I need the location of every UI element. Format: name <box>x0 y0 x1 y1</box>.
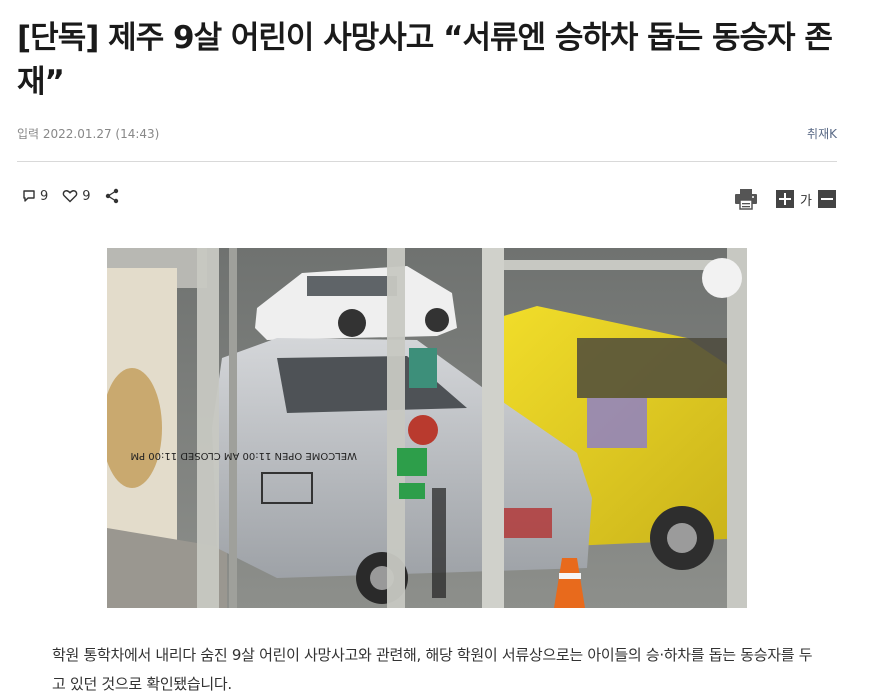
like-count: 9 <box>82 188 91 204</box>
heart-icon <box>62 190 78 203</box>
font-size-label: 가 <box>800 193 812 209</box>
article-meta: 입력 2022.01.27 (14:43) 취재K <box>17 125 837 143</box>
article-actions: 9 9 <box>22 186 137 206</box>
article-title: [단독] 제주 9살 어린이 사망사고 “서류엔 승하차 돕는 동승자 존재” <box>17 20 833 100</box>
print-button[interactable] <box>734 188 758 210</box>
comment-icon <box>23 190 35 202</box>
minus-icon <box>821 198 833 200</box>
comment-button[interactable]: 9 <box>22 189 48 204</box>
published-date: 입력 2022.01.27 (14:43) <box>17 127 160 141</box>
like-button[interactable]: 9 <box>62 188 91 204</box>
door-sign-text: WELCOME OPEN 11:00 AM CLOSED 11:00 PM <box>130 450 357 461</box>
share-button[interactable] <box>105 188 123 204</box>
article-body: 학원 통학차에서 내리다 숨진 9살 어린이 사망사고와 관련해, 해당 학원이… <box>52 646 813 693</box>
article-tools: 가 <box>734 187 836 211</box>
comment-count: 9 <box>40 188 49 204</box>
share-icon <box>105 188 118 204</box>
font-decrease-button[interactable] <box>818 190 836 208</box>
reporter-link[interactable]: 취재K <box>807 125 837 142</box>
cctv-image: WELCOME OPEN 11:00 AM CLOSED 11:00 PM <box>107 248 747 608</box>
printer-icon <box>735 189 758 210</box>
divider <box>17 161 837 162</box>
plus-icon <box>779 193 792 205</box>
article-photo: WELCOME OPEN 11:00 AM CLOSED 11:00 PM <box>107 248 747 608</box>
font-increase-button[interactable] <box>776 190 795 208</box>
